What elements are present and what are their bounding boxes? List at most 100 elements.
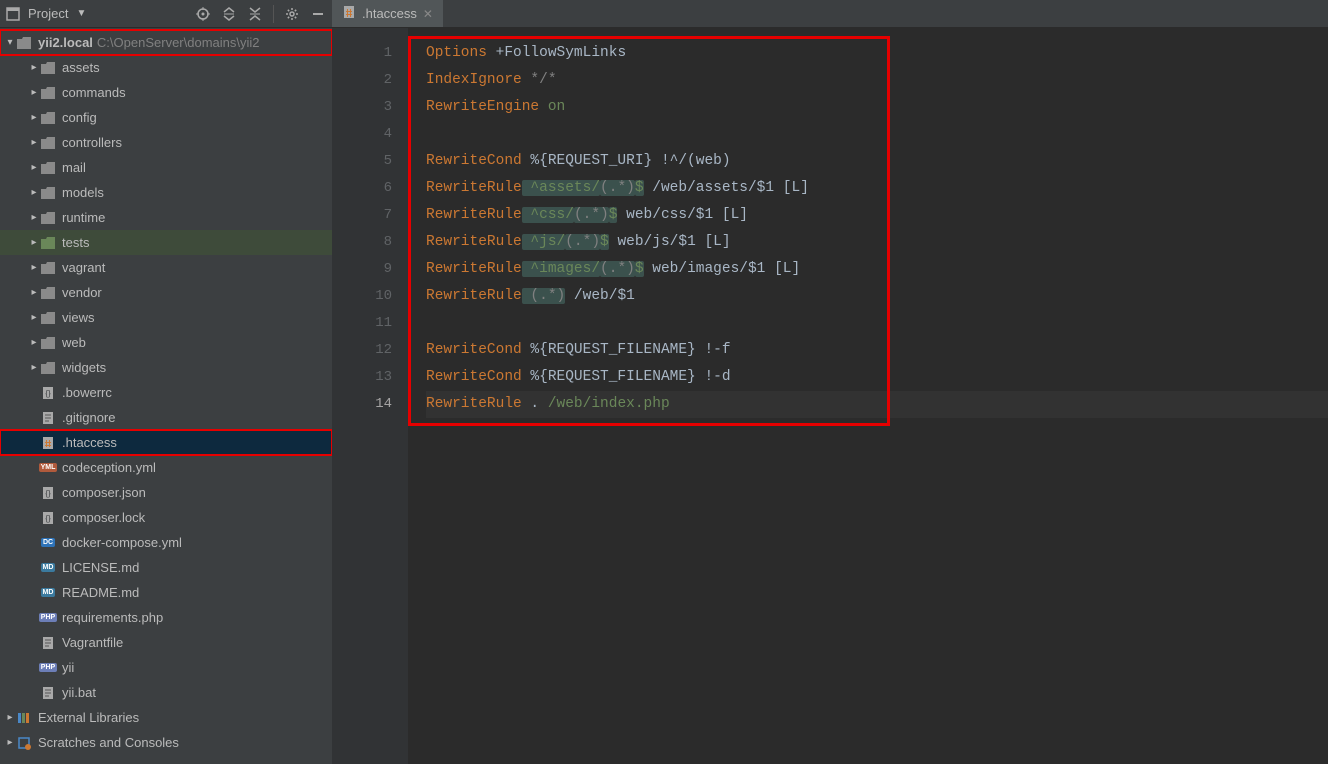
locate-icon[interactable] <box>195 6 211 22</box>
folder-icon <box>40 60 56 76</box>
chevron-right-icon[interactable]: ▸ <box>4 737 16 748</box>
code-content[interactable]: Options +FollowSymLinks IndexIgnore */* … <box>408 28 1328 764</box>
folder-icon <box>40 210 56 226</box>
project-toolbar: Project ▼ <box>0 0 332 28</box>
tab-htaccess[interactable]: .htaccess ✕ <box>332 0 443 27</box>
php-file-icon: PHP <box>40 610 56 626</box>
tree-file-composer-json[interactable]: {}composer.json <box>0 480 332 505</box>
tree-external-libraries[interactable]: ▸External Libraries <box>0 705 332 730</box>
tree-file-htaccess[interactable]: .htaccess <box>0 430 332 455</box>
folder-icon <box>40 285 56 301</box>
expand-all-icon[interactable] <box>221 6 237 22</box>
tree-file-vagrantfile[interactable]: Vagrantfile <box>0 630 332 655</box>
folder-icon <box>40 235 56 251</box>
tree-folder-widgets[interactable]: ▸widgets <box>0 355 332 380</box>
line-number: 5 <box>332 148 392 175</box>
php-file-icon: PHP <box>40 660 56 676</box>
tree-file-composer-lock[interactable]: {}composer.lock <box>0 505 332 530</box>
json-file-icon: {} <box>40 485 56 501</box>
tree-folder-runtime[interactable]: ▸runtime <box>0 205 332 230</box>
tree-file-bowerrc[interactable]: {}.bowerrc <box>0 380 332 405</box>
chevron-right-icon[interactable]: ▸ <box>28 162 40 173</box>
tree-file-readme[interactable]: MDREADME.md <box>0 580 332 605</box>
line-number: 6 <box>332 175 392 202</box>
line-number: 12 <box>332 337 392 364</box>
folder-icon <box>40 85 56 101</box>
tree-scratches[interactable]: ▸Scratches and Consoles <box>0 730 332 755</box>
folder-icon <box>40 260 56 276</box>
text-file-icon <box>40 685 56 701</box>
collapse-all-icon[interactable] <box>247 6 263 22</box>
tree-folder-tests[interactable]: ▸tests <box>0 230 332 255</box>
main-area: ▾ yii2.local C:\OpenServer\domains\yii2 … <box>0 28 1328 764</box>
text-file-icon <box>40 410 56 426</box>
tree-folder-vendor[interactable]: ▸vendor <box>0 280 332 305</box>
chevron-right-icon[interactable]: ▸ <box>4 712 16 723</box>
chevron-right-icon[interactable]: ▸ <box>28 112 40 123</box>
folder-icon <box>40 160 56 176</box>
code-editor[interactable]: 1 2 3 4 5 6 7 8 9 10 11 12 13 14 Options… <box>332 28 1328 764</box>
docker-file-icon: DC <box>40 535 56 551</box>
tree-folder-controllers[interactable]: ▸controllers <box>0 130 332 155</box>
minimize-icon[interactable] <box>310 6 326 22</box>
scratches-icon <box>16 735 32 751</box>
chevron-right-icon[interactable]: ▸ <box>28 337 40 348</box>
tree-folder-models[interactable]: ▸models <box>0 180 332 205</box>
project-name: yii2.local <box>38 35 93 50</box>
json-file-icon: {} <box>40 385 56 401</box>
chevron-right-icon[interactable]: ▸ <box>28 312 40 323</box>
tree-folder-vagrant[interactable]: ▸vagrant <box>0 255 332 280</box>
tree-file-codeception[interactable]: YMLcodeception.yml <box>0 455 332 480</box>
tree-folder-mail[interactable]: ▸mail <box>0 155 332 180</box>
project-tree[interactable]: ▾ yii2.local C:\OpenServer\domains\yii2 … <box>0 28 332 764</box>
line-number: 9 <box>332 256 392 283</box>
tree-file-requirements[interactable]: PHPrequirements.php <box>0 605 332 630</box>
chevron-right-icon[interactable]: ▸ <box>28 187 40 198</box>
tree-file-license[interactable]: MDLICENSE.md <box>0 555 332 580</box>
tree-root-project[interactable]: ▾ yii2.local C:\OpenServer\domains\yii2 <box>0 30 332 55</box>
line-number: 11 <box>332 310 392 337</box>
tree-folder-views[interactable]: ▸views <box>0 305 332 330</box>
close-icon[interactable]: ✕ <box>423 7 433 21</box>
chevron-right-icon[interactable]: ▸ <box>28 62 40 73</box>
chevron-down-icon[interactable]: ▾ <box>4 37 16 48</box>
tree-file-yii[interactable]: PHPyii <box>0 655 332 680</box>
line-number: 8 <box>332 229 392 256</box>
folder-icon <box>40 135 56 151</box>
svg-text:{}: {} <box>45 514 51 523</box>
gear-icon[interactable] <box>284 6 300 22</box>
tree-folder-web[interactable]: ▸web <box>0 330 332 355</box>
ide-window: Project ▼ .htaccess ✕ <box>0 0 1328 764</box>
toolbar-separator <box>273 5 274 23</box>
line-number: 2 <box>332 67 392 94</box>
line-number: 10 <box>332 283 392 310</box>
chevron-right-icon[interactable]: ▸ <box>28 262 40 273</box>
chevron-right-icon[interactable]: ▸ <box>28 237 40 248</box>
project-label: Project <box>28 6 68 21</box>
tree-folder-assets[interactable]: ▸assets <box>0 55 332 80</box>
tree-file-docker[interactable]: DCdocker-compose.yml <box>0 530 332 555</box>
chevron-right-icon[interactable]: ▸ <box>28 137 40 148</box>
chevron-right-icon[interactable]: ▸ <box>28 87 40 98</box>
project-view-selector[interactable]: Project ▼ <box>0 6 86 21</box>
svg-text:{}: {} <box>45 389 51 398</box>
editor-tabs: .htaccess ✕ <box>332 0 1328 28</box>
chevron-right-icon[interactable]: ▸ <box>28 287 40 298</box>
chevron-down-icon: ▼ <box>76 8 86 19</box>
project-path: C:\OpenServer\domains\yii2 <box>97 35 260 50</box>
tree-file-gitignore[interactable]: .gitignore <box>0 405 332 430</box>
folder-icon <box>40 360 56 376</box>
line-number: 13 <box>332 364 392 391</box>
chevron-right-icon[interactable]: ▸ <box>28 362 40 373</box>
svg-text:{}: {} <box>45 489 51 498</box>
library-icon <box>16 710 32 726</box>
tree-folder-config[interactable]: ▸config <box>0 105 332 130</box>
line-number: 7 <box>332 202 392 229</box>
folder-icon <box>40 335 56 351</box>
line-number: 4 <box>332 121 392 148</box>
tree-folder-commands[interactable]: ▸commands <box>0 80 332 105</box>
chevron-right-icon[interactable]: ▸ <box>28 212 40 223</box>
tree-file-yii-bat[interactable]: yii.bat <box>0 680 332 705</box>
folder-icon <box>16 35 32 51</box>
folder-icon <box>40 310 56 326</box>
